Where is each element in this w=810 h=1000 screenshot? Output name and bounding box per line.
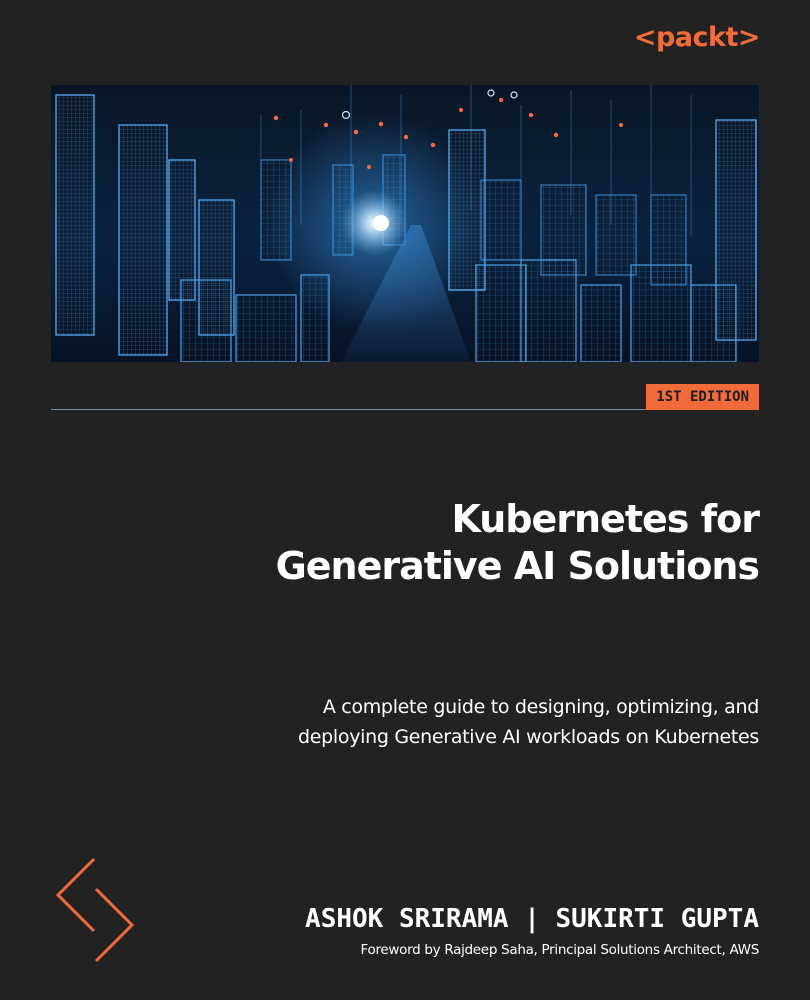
hero-cityscape-image — [51, 85, 759, 362]
book-foreword: Foreword by Rajdeep Saha, Principal Solu… — [360, 942, 760, 958]
book-subtitle: A complete guide to designing, optimizin… — [119, 692, 759, 752]
book-title-line-2: Generative AI Solutions — [275, 544, 760, 588]
book-subtitle-line-1: A complete guide to designing, optimizin… — [322, 696, 759, 718]
packt-logo: <packt> — [633, 22, 761, 53]
book-authors: ASHOK SRIRAMA | SUKIRTI GUPTA — [305, 904, 759, 934]
book-title-line-1: Kubernetes for — [451, 497, 760, 541]
chevron-decor-icon — [55, 857, 135, 963]
book-subtitle-line-2: deploying Generative AI workloads on Kub… — [297, 726, 759, 748]
edition-badge: 1ST EDITION — [646, 384, 759, 410]
book-title: Kubernetes for Generative AI Solutions — [119, 496, 760, 590]
